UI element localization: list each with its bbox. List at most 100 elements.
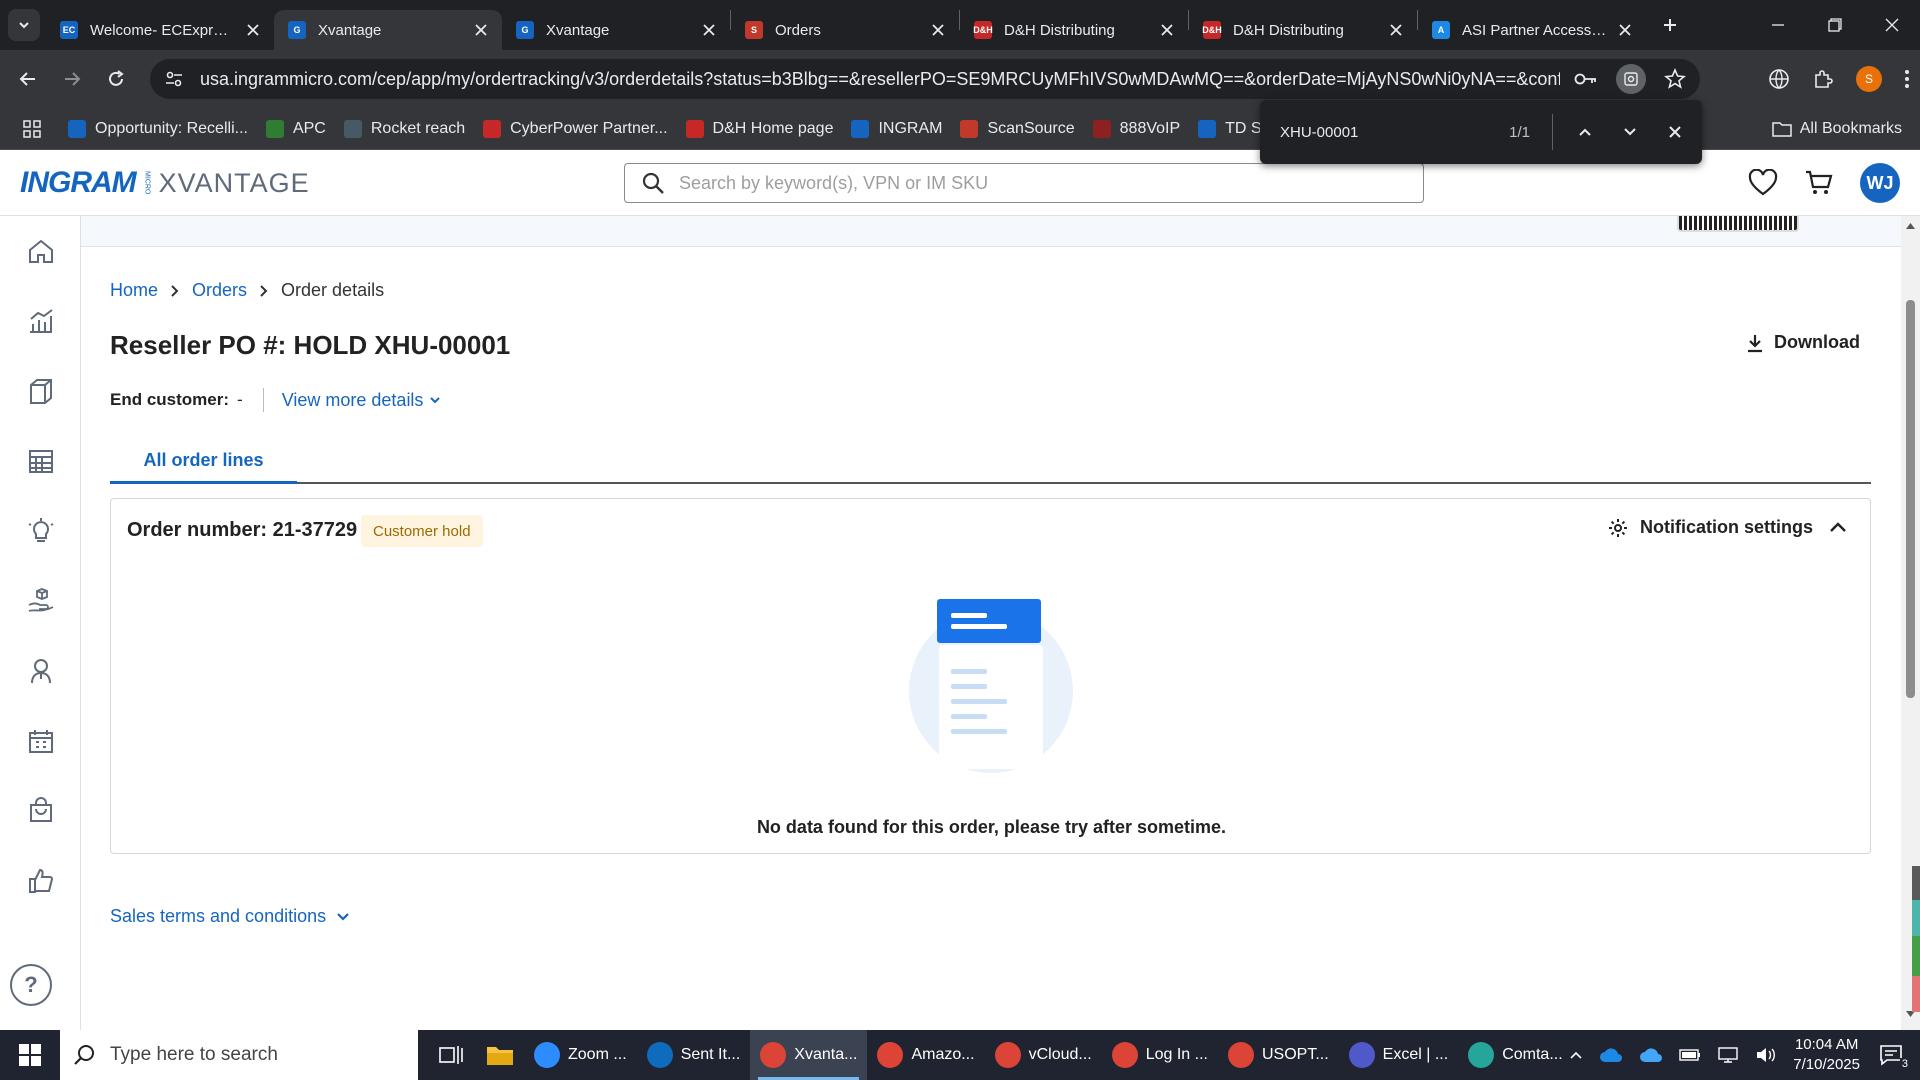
chevron-up-icon[interactable] bbox=[1829, 521, 1847, 533]
tab-close-button[interactable] bbox=[1616, 21, 1634, 39]
bookmark-item[interactable]: Opportunity: Recelli... bbox=[68, 119, 248, 138]
taskbar-search-box[interactable]: Type here to search bbox=[60, 1030, 418, 1080]
bookmark-item[interactable]: 888VoIP bbox=[1092, 119, 1180, 138]
tab-title: D&H Distributing bbox=[1233, 21, 1344, 39]
bookmark-item[interactable]: CyberPower Partner... bbox=[483, 119, 668, 138]
tab-search-button[interactable] bbox=[8, 9, 40, 41]
bookmark-label: D&H Home page bbox=[712, 119, 834, 137]
heart-icon[interactable] bbox=[1748, 169, 1778, 197]
taskbar-app[interactable]: vCloud... bbox=[985, 1030, 1102, 1080]
restore-button[interactable] bbox=[1806, 0, 1863, 50]
find-next-button[interactable] bbox=[1612, 114, 1648, 150]
reload-button[interactable] bbox=[96, 59, 136, 99]
scroll-up-arrow-icon[interactable] bbox=[1905, 222, 1916, 230]
profile-avatar[interactable]: S bbox=[1856, 66, 1882, 92]
help-button[interactable]: ? bbox=[10, 964, 52, 1006]
key-icon[interactable] bbox=[1574, 71, 1598, 87]
browser-tab[interactable]: G Xvantage bbox=[502, 10, 730, 50]
action-center-button[interactable]: 3 bbox=[1876, 1040, 1910, 1070]
lens-icon bbox=[1624, 72, 1638, 86]
browser-tab[interactable]: EC Welcome- ECExpress bbox=[46, 10, 274, 50]
browser-toolbar: S bbox=[1768, 59, 1910, 99]
nav-warehouse[interactable] bbox=[0, 426, 81, 496]
lens-button[interactable] bbox=[1616, 64, 1646, 94]
tab-close-button[interactable] bbox=[1158, 21, 1176, 39]
taskbar-app[interactable]: Comta... bbox=[1458, 1030, 1572, 1080]
nav-services[interactable] bbox=[0, 566, 81, 636]
find-previous-button[interactable] bbox=[1567, 114, 1603, 150]
nav-ideas[interactable] bbox=[0, 496, 81, 566]
find-close-button[interactable] bbox=[1657, 114, 1693, 150]
nav-calendar[interactable] bbox=[0, 706, 81, 776]
find-query[interactable]: XHU-00001 bbox=[1280, 124, 1509, 141]
network-icon[interactable] bbox=[1717, 1046, 1739, 1064]
breadcrumb-home[interactable]: Home bbox=[110, 280, 158, 301]
nav-feedback[interactable] bbox=[0, 846, 81, 916]
bookmark-item[interactable]: APC bbox=[265, 119, 326, 138]
nav-shop[interactable] bbox=[0, 776, 81, 846]
new-tab-button[interactable] bbox=[1654, 9, 1686, 41]
windows-taskbar: Type here to search Zoom ... Sent It... Xv… bbox=[0, 1030, 1920, 1080]
product-search-input[interactable] bbox=[679, 172, 1423, 194]
extensions-puzzle-icon[interactable] bbox=[1812, 68, 1834, 90]
breadcrumb-orders[interactable]: Orders bbox=[192, 280, 247, 301]
forward-button[interactable] bbox=[52, 59, 92, 99]
bookmark-star-icon[interactable] bbox=[1664, 68, 1686, 90]
tab-close-button[interactable] bbox=[244, 21, 262, 39]
task-view-button[interactable] bbox=[426, 1030, 476, 1080]
taskbar-app[interactable]: USOPT... bbox=[1218, 1030, 1339, 1080]
nav-analytics[interactable] bbox=[0, 286, 81, 356]
bookmark-item[interactable]: INGRAM bbox=[851, 119, 942, 138]
taskbar-app[interactable]: Xvanta... bbox=[750, 1030, 868, 1080]
browser-tab[interactable]: G Xvantage bbox=[274, 10, 502, 50]
bookmark-item[interactable]: Rocket reach bbox=[343, 119, 465, 138]
system-clock[interactable]: 10:04 AM 7/10/2025 bbox=[1793, 1035, 1860, 1075]
tab-close-button[interactable] bbox=[929, 21, 947, 39]
taskbar-file-explorer[interactable] bbox=[476, 1030, 524, 1080]
browser-tab[interactable]: A ASI Partner Access - I bbox=[1418, 10, 1646, 50]
browser-tab[interactable]: D&H D&H Distributing bbox=[960, 10, 1188, 50]
onedrive-cloud-icon[interactable] bbox=[1599, 1047, 1623, 1063]
tab-close-button[interactable] bbox=[1387, 21, 1405, 39]
status-badge: Customer hold bbox=[361, 515, 483, 547]
bookmark-item[interactable]: D&H Home page bbox=[685, 119, 834, 138]
back-button[interactable] bbox=[8, 59, 48, 99]
user-avatar[interactable]: WJ bbox=[1860, 163, 1900, 203]
onedrive-cloud-icon[interactable] bbox=[1639, 1047, 1663, 1063]
translate-globe-icon[interactable] bbox=[1768, 68, 1790, 90]
volume-icon[interactable] bbox=[1755, 1046, 1777, 1064]
more-vertical-icon[interactable] bbox=[1904, 69, 1910, 89]
start-button[interactable] bbox=[0, 1030, 60, 1080]
apps-grid-icon[interactable] bbox=[22, 119, 42, 139]
taskbar-app[interactable]: Excel | ... bbox=[1339, 1030, 1459, 1080]
battery-icon[interactable] bbox=[1679, 1048, 1701, 1062]
bookmark-item[interactable]: ScanSource bbox=[960, 119, 1075, 138]
tab-close-button[interactable] bbox=[700, 21, 718, 39]
taskbar-app[interactable]: Zoom ... bbox=[524, 1030, 637, 1080]
cart-icon[interactable] bbox=[1804, 169, 1834, 197]
close-window-button[interactable] bbox=[1863, 0, 1920, 50]
minimize-button[interactable] bbox=[1749, 0, 1806, 50]
browser-tab[interactable]: S Orders bbox=[731, 10, 959, 50]
taskbar-app[interactable]: Amazo... bbox=[867, 1030, 984, 1080]
site-settings-icon[interactable] bbox=[164, 69, 184, 89]
all-bookmarks-button[interactable]: All Bookmarks bbox=[1772, 108, 1902, 150]
taskbar-app[interactable]: Sent It... bbox=[637, 1030, 751, 1080]
tab-all-order-lines[interactable]: All order lines bbox=[110, 440, 297, 484]
taskbar-app[interactable]: Log In ... bbox=[1102, 1030, 1218, 1080]
nav-products[interactable] bbox=[0, 356, 81, 426]
notification-settings-button[interactable]: Notification settings bbox=[1608, 517, 1813, 538]
url-bar[interactable]: usa.ingrammicro.com/cep/app/my/ordertrac… bbox=[150, 59, 1700, 99]
browser-tab[interactable]: D&H D&H Distributing bbox=[1189, 10, 1417, 50]
nav-support[interactable] bbox=[0, 636, 81, 706]
folder-icon bbox=[1772, 122, 1792, 137]
scrollbar-thumb[interactable] bbox=[1906, 300, 1915, 698]
nav-home[interactable] bbox=[0, 216, 81, 286]
view-more-details-link[interactable]: View more details bbox=[282, 390, 442, 411]
download-button[interactable]: Download bbox=[1746, 332, 1860, 353]
ingram-xvantage-logo[interactable]: INGRAM MICRO XVANTAGE bbox=[20, 166, 310, 200]
sales-terms-toggle[interactable]: Sales terms and conditions bbox=[110, 906, 350, 927]
tab-close-button[interactable] bbox=[472, 21, 490, 39]
tab-favicon-icon: S bbox=[745, 21, 763, 39]
chevron-up-icon[interactable] bbox=[1569, 1050, 1583, 1060]
